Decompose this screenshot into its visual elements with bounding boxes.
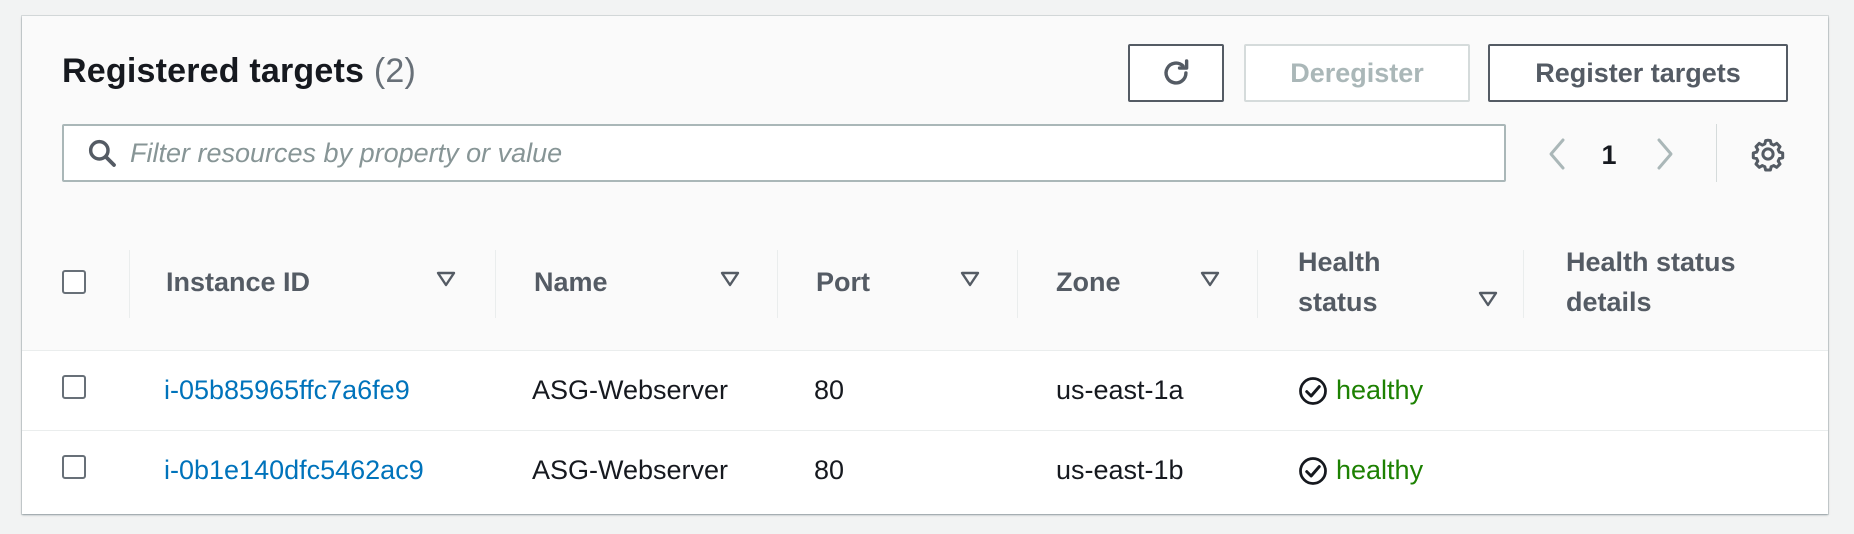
- gear-icon: [1751, 138, 1785, 172]
- table-row[interactable]: i-05b85965ffc7a6fe9 ASG-Webserver 80 us-…: [22, 350, 1828, 431]
- deregister-button[interactable]: Deregister: [1244, 44, 1470, 102]
- column-instance-id[interactable]: Instance ID: [130, 214, 496, 351]
- target-port: 80: [814, 375, 845, 405]
- column-health-status-details: Health status details: [1524, 214, 1828, 351]
- target-zone: us-east-1a: [1056, 375, 1184, 405]
- table-header-row: Instance ID Name Port Zone Health status…: [22, 214, 1828, 351]
- column-health-status[interactable]: Health status: [1258, 214, 1524, 351]
- refresh-button[interactable]: [1128, 44, 1224, 102]
- column-label: Health status: [1298, 247, 1381, 317]
- search-icon: [76, 137, 128, 169]
- next-page-button[interactable]: [1650, 134, 1680, 174]
- sort-caret-icon: [720, 271, 740, 287]
- column-name[interactable]: Name: [496, 214, 778, 351]
- pagination-divider: [1716, 124, 1717, 182]
- instance-id-link[interactable]: i-05b85965ffc7a6fe9: [164, 375, 410, 405]
- column-label: Zone: [1056, 267, 1121, 297]
- panel-header: Registered targets (2) Deregister Regist…: [22, 16, 1828, 215]
- chevron-left-icon: [1549, 138, 1565, 170]
- registered-targets-panel: Registered targets (2) Deregister Regist…: [22, 16, 1828, 514]
- select-all-checkbox[interactable]: [62, 270, 86, 294]
- targets-table: Instance ID Name Port Zone Health status…: [22, 214, 1828, 511]
- target-name: ASG-Webserver: [532, 455, 729, 486]
- panel-title: Registered targets (2): [62, 52, 416, 91]
- chevron-right-icon: [1657, 138, 1673, 170]
- row-checkbox[interactable]: [62, 455, 86, 480]
- sort-caret-icon: [436, 271, 456, 287]
- panel-title-count: (2): [373, 52, 416, 90]
- column-port[interactable]: Port: [778, 214, 1018, 351]
- filter-field[interactable]: [62, 124, 1506, 182]
- health-status-text: healthy: [1336, 455, 1424, 486]
- sort-caret-icon: [1200, 271, 1220, 287]
- instance-id-link[interactable]: i-0b1e140dfc5462ac9: [164, 455, 424, 485]
- check-circle-icon: [1299, 376, 1327, 405]
- column-label: Health status details: [1566, 247, 1736, 317]
- health-status: healthy: [1298, 375, 1524, 406]
- health-status-text: healthy: [1336, 375, 1424, 405]
- panel-title-text: Registered targets: [62, 52, 365, 90]
- row-checkbox[interactable]: [62, 375, 86, 399]
- table-row[interactable]: i-0b1e140dfc5462ac9 ASG-Webserver 80 us-…: [22, 430, 1828, 511]
- sort-caret-icon: [1478, 291, 1498, 307]
- check-circle-icon: [1299, 456, 1327, 485]
- previous-page-button[interactable]: [1542, 134, 1572, 174]
- sort-caret-icon: [960, 271, 980, 287]
- health-status: healthy: [1298, 455, 1524, 486]
- target-zone: us-east-1b: [1056, 455, 1184, 486]
- filter-input[interactable]: [128, 136, 1504, 170]
- preferences-button[interactable]: [1748, 134, 1788, 174]
- refresh-icon: [1164, 59, 1189, 85]
- target-port: 80: [814, 455, 845, 486]
- column-label: Instance ID: [166, 267, 311, 297]
- current-page-number[interactable]: 1: [1594, 136, 1624, 174]
- register-targets-button[interactable]: Register targets: [1488, 44, 1788, 102]
- column-label: Port: [816, 267, 870, 297]
- column-zone[interactable]: Zone: [1018, 214, 1258, 351]
- select-all-cell: [22, 214, 130, 351]
- column-label: Name: [534, 267, 608, 297]
- target-name: ASG-Webserver: [532, 375, 729, 405]
